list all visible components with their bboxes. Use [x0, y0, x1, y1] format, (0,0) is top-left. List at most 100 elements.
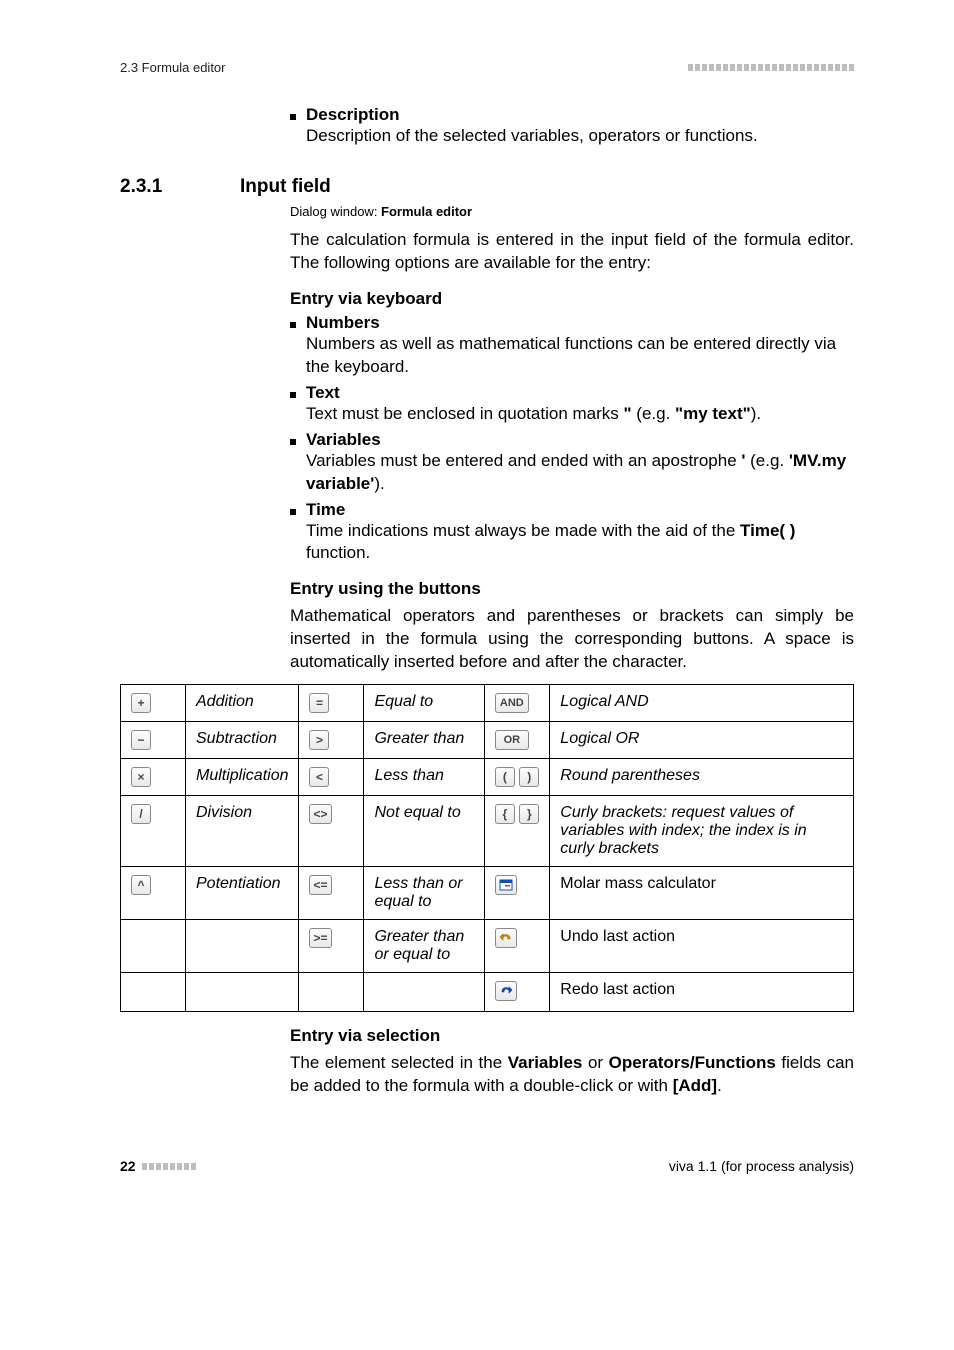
entry-selection-para: The element selected in the Variables or… [290, 1052, 854, 1098]
bullet-body: Variables must be entered and ended with… [306, 450, 854, 496]
text-q1: " [624, 404, 632, 423]
bullet-body: Numbers as well as mathematical function… [306, 333, 854, 379]
operator-button: >= [309, 928, 331, 948]
time-suffix: function. [306, 543, 370, 562]
operator-button: OR [495, 730, 529, 750]
footer-ornament [142, 1163, 196, 1170]
entry-keyboard-heading: Entry via keyboard [290, 289, 854, 309]
entry-buttons-heading: Entry using the buttons [290, 579, 854, 599]
section-number: 2.3.1 [120, 176, 200, 198]
keyboard-bullets: Numbers Numbers as well as mathematical … [290, 313, 854, 566]
page-footer: 22 viva 1.1 (for process analysis) [120, 1158, 854, 1174]
bullet-icon [290, 439, 296, 445]
dialog-prefix: Dialog window: [290, 204, 381, 219]
bullet-title: Text [306, 383, 854, 403]
top-bullets: Description Description of the selected … [290, 105, 854, 148]
op-desc-cell: Round parentheses [550, 759, 854, 796]
bullet-text: Text Text must be enclosed in quotation … [290, 383, 854, 426]
header-ornament [688, 64, 854, 71]
text-prefix: Text must be enclosed in quotation marks [306, 404, 624, 423]
op-desc-cell: Multiplication [186, 759, 299, 796]
op-icon-cell: × [121, 759, 186, 796]
op-icon-cell: ^ [121, 867, 186, 920]
operator-button: < [309, 767, 329, 787]
op-desc-cell: Subtraction [186, 722, 299, 759]
table-row: ×Multiplication<Less than( )Round parent… [121, 759, 854, 796]
operator-button: = [309, 693, 329, 713]
sel-suffix: . [717, 1076, 722, 1095]
op-icon-cell: ( ) [484, 759, 549, 796]
op-icon-cell [121, 920, 186, 973]
bullet-numbers: Numbers Numbers as well as mathematical … [290, 313, 854, 379]
op-icon-cell: { } [484, 796, 549, 867]
entry-buttons-para: Mathematical operators and parentheses o… [290, 605, 854, 674]
operator-button: ^ [131, 875, 151, 895]
var-mid: (e.g. [745, 451, 788, 470]
table-row: >=Greater than or equal toUndo last acti… [121, 920, 854, 973]
op-icon-cell [484, 867, 549, 920]
table-row: +Addition=Equal toANDLogical AND [121, 685, 854, 722]
bullet-title: Time [306, 500, 854, 520]
table-row: /Division<>Not equal to{ }Curly brackets… [121, 796, 854, 867]
page-header: 2.3 Formula editor [120, 60, 854, 75]
bullet-body: Text must be enclosed in quotation marks… [306, 403, 854, 426]
section-intro: The calculation formula is entered in th… [290, 229, 854, 275]
op-desc-cell: Less than [364, 759, 484, 796]
operator-button: + [131, 693, 151, 713]
op-icon-cell: OR [484, 722, 549, 759]
table-row: −Subtraction>Greater thanORLogical OR [121, 722, 854, 759]
time-prefix: Time indications must always be made wit… [306, 521, 740, 540]
op-desc-cell: Less than or equal to [364, 867, 484, 920]
bullet-description: Description Description of the selected … [290, 105, 854, 148]
op-desc-cell [364, 973, 484, 1012]
op-desc-cell: Division [186, 796, 299, 867]
op-icon-cell: AND [484, 685, 549, 722]
text-strong: "my text" [675, 404, 751, 423]
operator-button: × [131, 767, 151, 787]
table-row: Redo last action [121, 973, 854, 1012]
sel-mid1: or [582, 1053, 608, 1072]
op-desc-cell: Equal to [364, 685, 484, 722]
op-icon-cell: / [121, 796, 186, 867]
bullet-variables: Variables Variables must be entered and … [290, 430, 854, 496]
bullet-title: Numbers [306, 313, 854, 333]
op-icon-cell [484, 920, 549, 973]
bullet-icon [290, 392, 296, 398]
bullet-body: Time indications must always be made wit… [306, 520, 854, 566]
redo-icon [495, 981, 517, 1001]
bullet-title: Description [306, 105, 854, 125]
bullet-icon [290, 114, 296, 120]
operator-button: ( [495, 767, 515, 787]
undo-icon [495, 928, 517, 948]
operator-button: } [519, 804, 539, 824]
bullet-icon [290, 322, 296, 328]
operator-button: AND [495, 693, 529, 713]
sel-s1: Variables [508, 1053, 583, 1072]
op-desc-cell: Curly brackets: request values of variab… [550, 796, 854, 867]
text-mid: (e.g. [632, 404, 675, 423]
op-icon-cell: < [299, 759, 364, 796]
op-desc-cell: Greater than or equal to [364, 920, 484, 973]
dialog-window-line: Dialog window: Formula editor [290, 204, 854, 219]
bullet-title: Variables [306, 430, 854, 450]
operator-button: { [495, 804, 515, 824]
bullet-body: Description of the selected variables, o… [306, 125, 854, 148]
op-desc-cell: Logical OR [550, 722, 854, 759]
header-section-label: 2.3 Formula editor [120, 60, 226, 75]
section-heading: 2.3.1 Input field [120, 176, 854, 198]
molar-mass-icon [495, 875, 517, 895]
operator-button: ) [519, 767, 539, 787]
entry-selection-heading: Entry via selection [290, 1026, 854, 1046]
var-suffix: ). [374, 474, 384, 493]
table-row: ^Potentiation<=Less than or equal toMola… [121, 867, 854, 920]
op-desc-cell [186, 920, 299, 973]
time-strong: Time( ) [740, 521, 795, 540]
op-icon-cell: > [299, 722, 364, 759]
op-icon-cell [299, 973, 364, 1012]
op-desc-cell [186, 973, 299, 1012]
sel-s3: [Add] [673, 1076, 717, 1095]
bullet-time: Time Time indications must always be mad… [290, 500, 854, 566]
op-desc-cell: Redo last action [550, 973, 854, 1012]
text-suffix: ). [751, 404, 761, 423]
op-icon-cell: = [299, 685, 364, 722]
